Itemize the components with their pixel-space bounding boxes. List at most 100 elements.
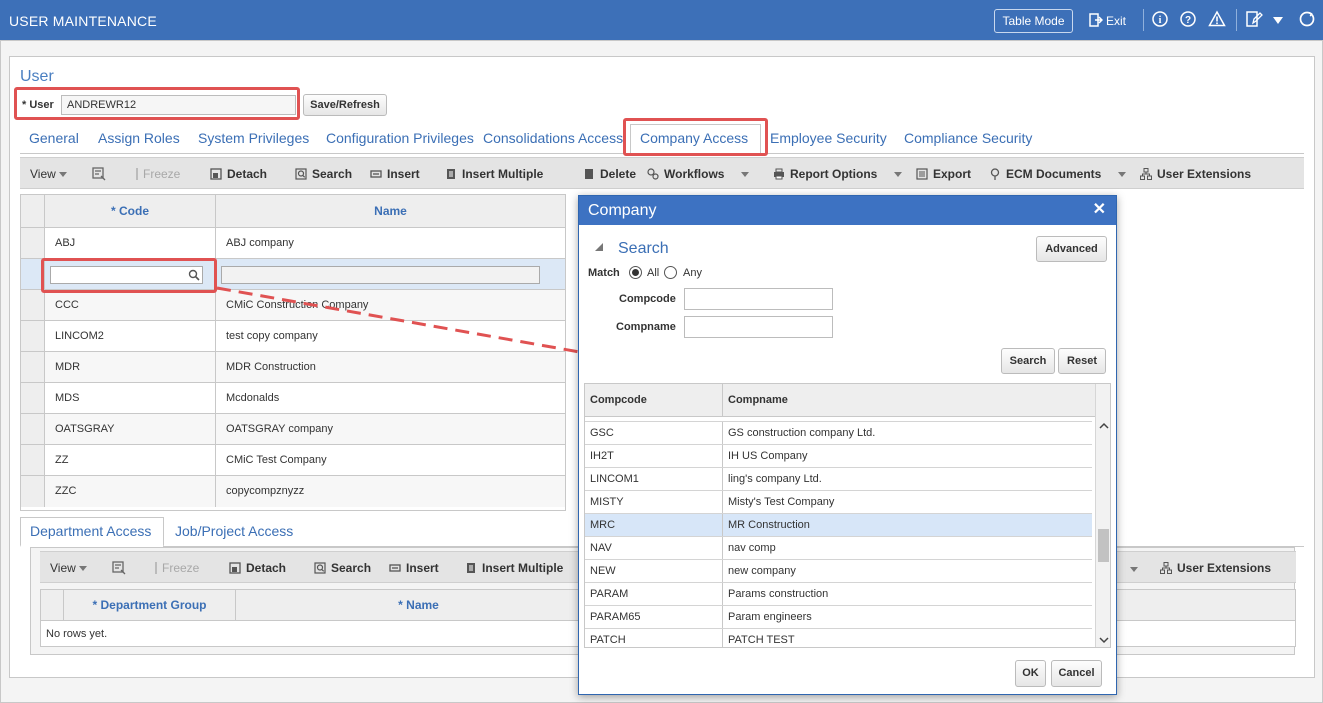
- edit-note-icon[interactable]: [1245, 10, 1263, 28]
- list-item[interactable]: GSC GS construction company Ltd.: [585, 422, 1092, 445]
- workflows-menu[interactable]: Workflows: [647, 167, 750, 181]
- insert-button[interactable]: Insert: [389, 561, 439, 575]
- tab-employee-security[interactable]: Employee Security: [770, 130, 887, 146]
- help-icon[interactable]: ?: [1179, 10, 1197, 28]
- search-button[interactable]: Search: [1001, 348, 1055, 374]
- table-row[interactable]: ZZ CMiC Test Company: [21, 445, 565, 476]
- user-extensions-button[interactable]: User Extensions: [1160, 561, 1271, 575]
- advanced-button[interactable]: Advanced: [1036, 236, 1107, 262]
- insert-multiple-icon: [447, 169, 455, 179]
- save-refresh-button[interactable]: Save/Refresh: [303, 94, 387, 116]
- cancel-button[interactable]: Cancel: [1051, 660, 1102, 687]
- format-icon[interactable]: [112, 561, 126, 575]
- column-header-name[interactable]: Name: [216, 195, 565, 228]
- report-options-menu[interactable]: Report Options: [773, 167, 902, 181]
- collapse-triangle-icon[interactable]: [594, 242, 604, 252]
- detach-label: Detach: [227, 167, 268, 181]
- reset-button[interactable]: Reset: [1058, 348, 1106, 374]
- user-extensions-button[interactable]: User Extensions: [1140, 167, 1251, 181]
- compname-input[interactable]: [684, 316, 833, 338]
- table-row[interactable]: OATSGRAY OATSGRAY company: [21, 414, 565, 445]
- row-handle[interactable]: [21, 352, 45, 382]
- match-any-radio[interactable]: [664, 266, 677, 279]
- row-handle[interactable]: [21, 290, 45, 320]
- delete-button[interactable]: Delete: [583, 167, 636, 181]
- cell-code: ABJ: [45, 228, 216, 258]
- table-row[interactable]: ABJ ABJ company: [21, 228, 565, 259]
- refresh-icon[interactable]: [1298, 10, 1316, 28]
- results-scrollbar[interactable]: [1095, 384, 1110, 647]
- column-header-department-group[interactable]: * Department Group: [64, 590, 236, 621]
- code-input-highlight: [41, 258, 217, 293]
- chevron-down-icon[interactable]: [1273, 17, 1283, 24]
- row-handle[interactable]: [21, 383, 45, 413]
- tab-assign-roles[interactable]: Assign Roles: [98, 130, 180, 146]
- column-header-dept-name[interactable]: * Name: [236, 590, 601, 621]
- tab-configuration-privileges[interactable]: Configuration Privileges: [326, 130, 474, 146]
- insert-multiple-button[interactable]: Insert Multiple: [465, 561, 563, 575]
- table-mode-button[interactable]: Table Mode: [994, 9, 1073, 33]
- view-menu[interactable]: View: [50, 561, 88, 575]
- search-label: Search: [331, 561, 372, 575]
- list-item[interactable]: NEW new company: [585, 560, 1092, 583]
- insert-multiple-button[interactable]: Insert Multiple: [445, 167, 543, 181]
- tab-compliance-security[interactable]: Compliance Security: [904, 130, 1032, 146]
- detach-button[interactable]: Detach: [229, 561, 286, 575]
- format-icon[interactable]: [92, 167, 106, 181]
- search-icon: [295, 168, 307, 180]
- tab-consolidations-access[interactable]: Consolidations Access: [483, 130, 623, 146]
- chevron-down-icon[interactable]: [1130, 567, 1138, 572]
- search-button[interactable]: Search: [295, 167, 352, 181]
- search-button[interactable]: Search: [314, 561, 371, 575]
- list-item[interactable]: PARAM65 Param engineers: [585, 606, 1092, 629]
- row-handle[interactable]: [21, 414, 45, 444]
- list-item[interactable]: NAV nav comp: [585, 537, 1092, 560]
- list-item[interactable]: MISTY Misty's Test Company: [585, 491, 1092, 514]
- column-header-compcode[interactable]: Compcode: [590, 394, 647, 406]
- list-item[interactable]: IH2T IH US Company: [585, 445, 1092, 468]
- table-row[interactable]: ZZC copycompznyzz: [21, 476, 565, 507]
- info-icon[interactable]: i: [1151, 10, 1169, 28]
- match-label: Match: [588, 267, 620, 279]
- warning-icon[interactable]: [1208, 10, 1226, 28]
- match-all-radio[interactable]: [629, 266, 642, 279]
- tab-department-access[interactable]: Department Access: [30, 523, 151, 539]
- search-section-title[interactable]: Search: [618, 240, 669, 258]
- list-item[interactable]: LINCOM1 ling's company Ltd.: [585, 468, 1092, 491]
- view-menu[interactable]: View: [30, 167, 68, 181]
- column-header-compname[interactable]: Compname: [728, 394, 788, 406]
- exit-button[interactable]: Exit: [1089, 13, 1126, 28]
- row-handle[interactable]: [21, 445, 45, 475]
- name-input[interactable]: [221, 266, 540, 284]
- compcode-cell: PARAM: [590, 588, 629, 600]
- cell-name: Mcdonalds: [226, 392, 280, 404]
- ok-button[interactable]: OK: [1015, 660, 1046, 687]
- compcode-cell: NAV: [590, 542, 612, 554]
- column-header-code[interactable]: * Code: [45, 195, 216, 228]
- export-button[interactable]: Export: [916, 167, 971, 181]
- chevron-up-icon[interactable]: [1099, 422, 1109, 430]
- chevron-down-icon[interactable]: [1099, 636, 1109, 644]
- insert-button[interactable]: Insert: [370, 167, 420, 181]
- compcode-input[interactable]: [684, 288, 833, 310]
- row-handle[interactable]: [21, 228, 45, 258]
- list-item-selected[interactable]: MRC MR Construction: [585, 514, 1092, 537]
- scrollbar-thumb[interactable]: [1098, 529, 1109, 562]
- tab-system-privileges[interactable]: System Privileges: [198, 130, 309, 146]
- detach-button[interactable]: Detach: [210, 167, 267, 181]
- cell-code: OATSGRAY: [45, 414, 216, 444]
- tab-job-project-access[interactable]: Job/Project Access: [175, 523, 293, 539]
- freeze-button[interactable]: Freeze: [155, 561, 199, 575]
- freeze-button[interactable]: Freeze: [136, 167, 180, 181]
- list-item[interactable]: PATCH PATCH TEST: [585, 629, 1092, 647]
- tab-general[interactable]: General: [29, 130, 79, 146]
- table-row[interactable]: MDS Mcdonalds: [21, 383, 565, 414]
- list-item[interactable]: PARAM Params construction: [585, 583, 1092, 606]
- user-input[interactable]: ANDREWR12: [61, 95, 296, 115]
- close-icon[interactable]: ✕: [1093, 202, 1106, 218]
- compname-cell: nav comp: [728, 542, 776, 554]
- row-handle[interactable]: [21, 476, 45, 507]
- row-handle[interactable]: [21, 321, 45, 351]
- ecm-documents-menu[interactable]: ECM Documents: [989, 167, 1127, 181]
- toolbar-separator: [1236, 9, 1237, 31]
